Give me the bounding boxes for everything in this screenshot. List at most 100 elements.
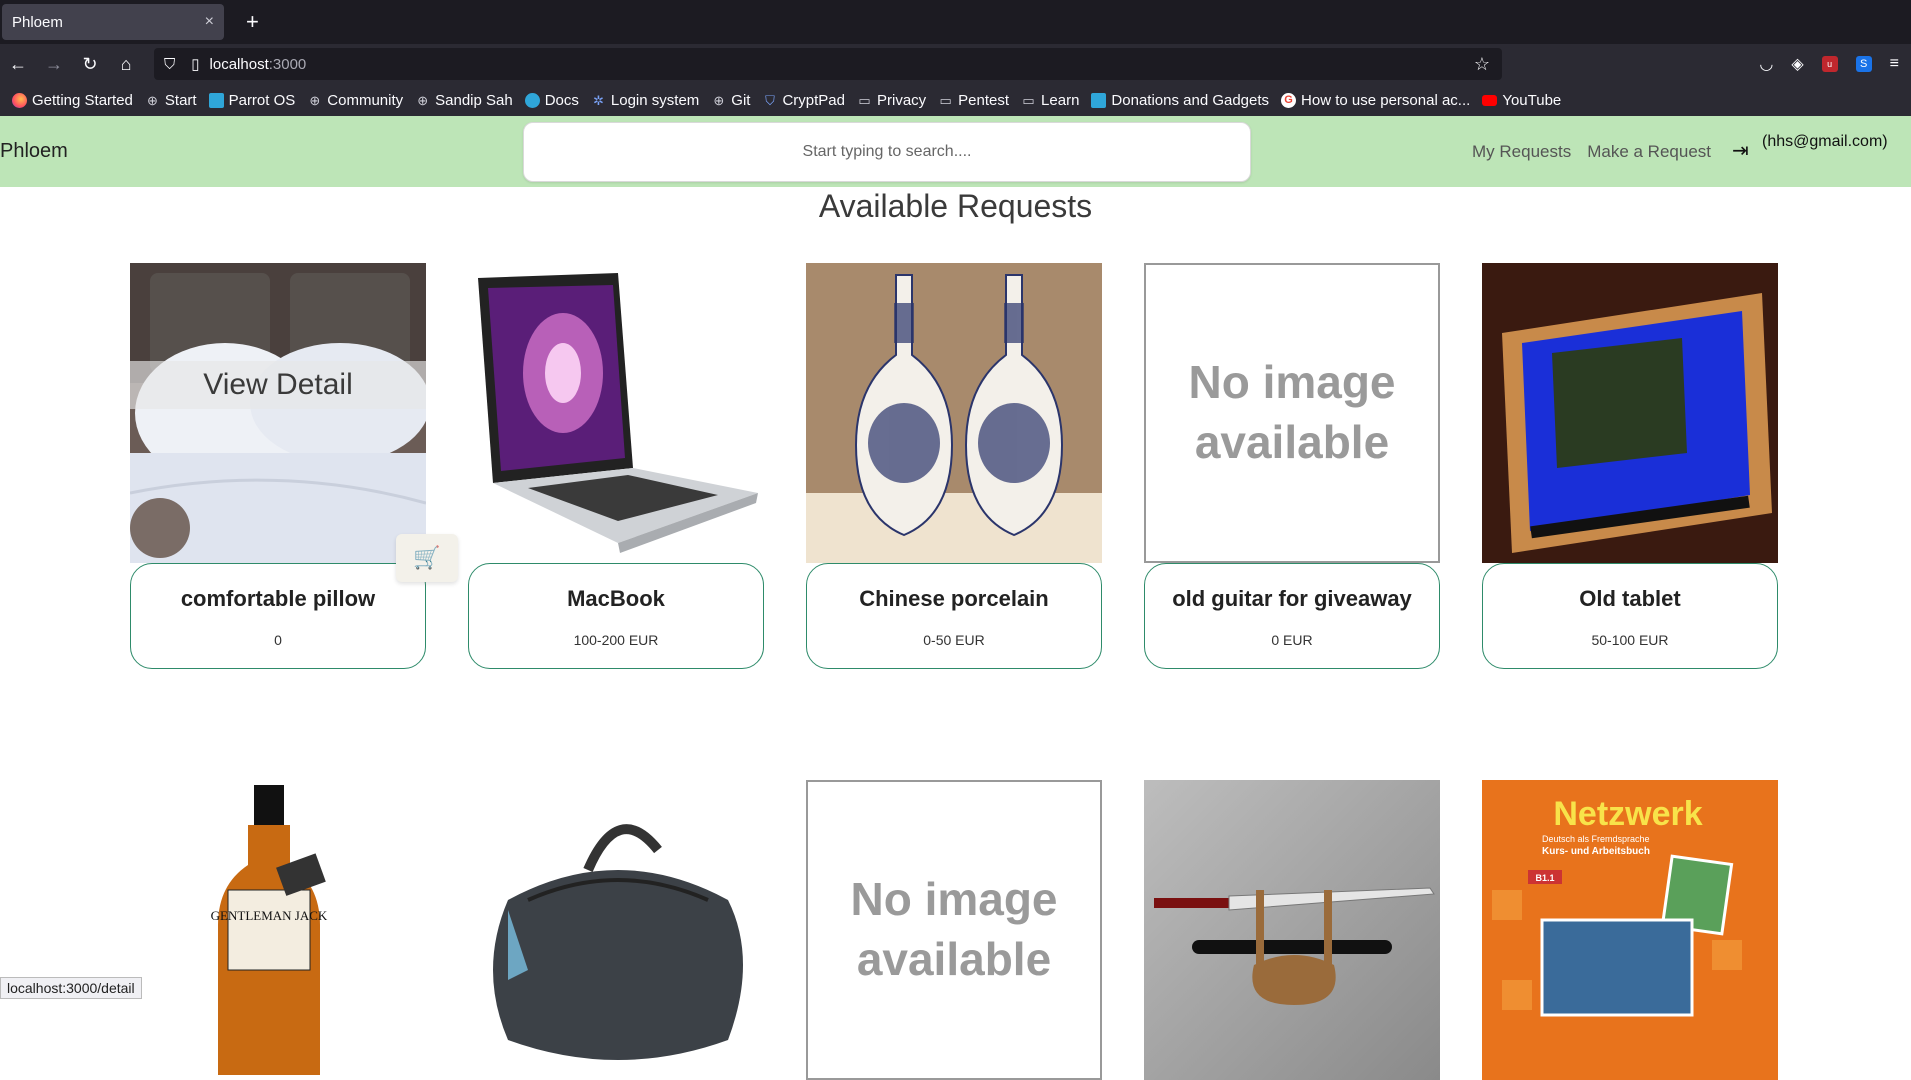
bookmark-personal-ac[interactable]: GHow to use personal ac... [1281,92,1470,109]
make-request-link[interactable]: Make a Request [1587,142,1711,162]
bookmark-learn[interactable]: ▭Learn [1021,92,1079,109]
bookmarks-bar: Getting Started ⊕Start Parrot OS ⊕Commun… [0,84,1911,116]
bookmark-community[interactable]: ⊕Community [307,92,403,109]
bookmark-cryptpad[interactable]: ⛉CryptPad [762,92,845,109]
item-name: old guitar for giveaway [1145,586,1439,612]
google-icon: G [1281,93,1296,108]
request-card[interactable]: Chinese porcelain 0-50 EUR [806,263,1102,669]
book-subtitle: Deutsch als Fremdsprache [1542,834,1650,844]
globe-icon: ⊕ [415,93,430,108]
shield-icon: ⛉ [762,93,777,108]
item-image[interactable] [468,263,764,563]
tablet-image [1482,263,1778,563]
book-title: Netzwerk [1553,795,1702,833]
bookmark-start[interactable]: ⊕Start [145,92,197,109]
globe-icon: ⊕ [307,93,322,108]
item-name: MacBook [469,586,763,612]
logout-icon[interactable]: ⇥ [1732,138,1749,163]
request-card[interactable]: Old tablet 50-100 EUR [1482,263,1778,669]
item-image[interactable] [806,263,1102,563]
bookmark-youtube[interactable]: YouTube [1482,92,1561,109]
parrot-icon [1091,93,1106,108]
request-card[interactable]: No image available old guitar for giveaw… [1144,263,1440,669]
forward-arrow-icon[interactable]: → [36,54,72,75]
card-info: Old tablet 50-100 EUR [1482,563,1778,669]
item-price: 0 EUR [1145,632,1439,648]
folder-icon: ▭ [938,93,953,108]
url-port: :3000 [269,56,307,73]
my-requests-link[interactable]: My Requests [1472,142,1571,162]
no-image-placeholder: No image available [806,780,1102,1080]
page-icon: ▯ [191,55,199,73]
firefox-icon [12,93,27,108]
url-bar[interactable]: ⛉ ▯ localhost:3000 ☆ [154,48,1502,80]
bookmark-donations[interactable]: Donations and Gadgets [1091,92,1269,109]
bookmark-privacy[interactable]: ▭Privacy [857,92,926,109]
item-image[interactable]: GENTLEMAN JACK [130,780,426,1080]
url-host: localhost [210,56,269,73]
request-card[interactable]: No image available [806,780,1102,1080]
request-card[interactable]: View Detail comfortable pillow 0 [130,263,426,669]
item-image[interactable]: Netzwerk Deutsch als Fremdsprache Kurs- … [1482,780,1778,1080]
request-card[interactable] [468,780,764,1080]
bookmark-parrot-os[interactable]: Parrot OS [209,92,296,109]
bookmark-login-system[interactable]: ✲Login system [591,92,699,109]
katana-image [1144,780,1440,1080]
item-image[interactable] [1144,780,1440,1080]
gear-icon: ✲ [591,93,606,108]
item-image[interactable]: No image available [806,780,1102,1080]
reload-icon[interactable]: ↻ [72,54,108,75]
close-icon[interactable]: × [205,13,214,31]
extension-icon[interactable]: ◈ [1791,54,1803,74]
menu-icon[interactable]: ≡ [1890,55,1899,73]
item-price: 100-200 EUR [469,632,763,648]
bookmark-sandip-sah[interactable]: ⊕Sandip Sah [415,92,513,109]
macbook-image [468,263,764,563]
folder-icon: ▭ [857,93,872,108]
request-card[interactable]: MacBook 100-200 EUR [468,263,764,669]
request-card[interactable]: Netzwerk Deutsch als Fremdsprache Kurs- … [1482,780,1778,1080]
search-input[interactable]: Start typing to search.... [523,122,1251,182]
item-name: Old tablet [1483,586,1777,612]
item-image[interactable] [1482,263,1778,563]
request-card[interactable] [1144,780,1440,1080]
bookmark-git[interactable]: ⊕Git [711,92,750,109]
browser-navbar: ← → ↻ ⌂ ⛉ ▯ localhost:3000 ☆ ◡ ◈ u S ≡ [0,44,1911,84]
extension-s-icon[interactable]: S [1856,56,1872,72]
user-email: (hhs@gmail.com) [1762,133,1888,151]
pocket-icon[interactable]: ◡ [1759,54,1773,74]
pillow-image [130,263,426,563]
cart-icon[interactable]: 🛒 [396,534,458,582]
shield-icon[interactable]: ⛉ [164,56,175,73]
request-card[interactable]: GENTLEMAN JACK [130,780,426,1080]
back-arrow-icon[interactable]: ← [0,54,36,75]
item-image[interactable]: No image available [1144,263,1440,563]
card-info: old guitar for giveaway 0 EUR [1144,563,1440,669]
bookmark-getting-started[interactable]: Getting Started [12,92,133,109]
brand-logo[interactable]: Phloem [0,140,68,163]
item-price: 0 [131,632,425,648]
item-name: comfortable pillow [131,586,425,612]
item-name: Chinese porcelain [807,586,1101,612]
bookmark-star-icon[interactable]: ☆ [1474,54,1490,75]
ublock-icon[interactable]: u [1822,56,1838,72]
book-image: Netzwerk Deutsch als Fremdsprache Kurs- … [1482,780,1778,1080]
item-image[interactable] [468,780,764,1080]
browser-tab[interactable]: Phloem × [2,4,224,40]
docs-icon [525,93,540,108]
view-detail-overlay[interactable]: View Detail [130,361,426,409]
card-info: comfortable pillow 0 [130,563,426,669]
home-icon[interactable]: ⌂ [108,54,144,75]
bottle-label: GENTLEMAN JACK [211,908,328,923]
youtube-icon [1482,95,1497,106]
book-subtitle-2: Kurs- und Arbeitsbuch [1542,846,1650,857]
no-image-placeholder: No image available [1144,263,1440,563]
bookmark-docs[interactable]: Docs [525,92,579,109]
item-price: 50-100 EUR [1483,632,1777,648]
folder-icon: ▭ [1021,93,1036,108]
card-info: Chinese porcelain 0-50 EUR [806,563,1102,669]
app-header: Phloem Start typing to search.... My Req… [0,116,1911,187]
item-image[interactable]: View Detail [130,263,426,563]
new-tab-button[interactable]: + [246,9,259,35]
bookmark-pentest[interactable]: ▭Pentest [938,92,1009,109]
